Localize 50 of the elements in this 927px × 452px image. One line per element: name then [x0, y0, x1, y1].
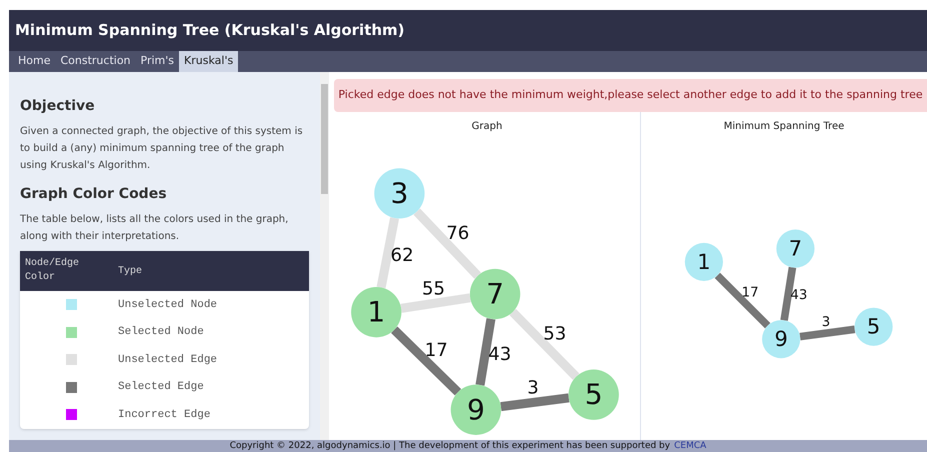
- objective-text: Given a connected graph, the objective of this system is to build a (any) minimum spanning tree of the graph using Kruskal's Algorithm.: [20, 125, 304, 173]
- graph-node[interactable]: [450, 384, 502, 435]
- graph-node[interactable]: [776, 230, 814, 268]
- edge-weight: 76: [446, 223, 470, 244]
- node-label: 3: [390, 176, 408, 210]
- table-cell-text: Selected Edge: [118, 380, 204, 395]
- edge-weight: 62: [390, 245, 414, 266]
- column-header: Type: [118, 264, 142, 278]
- footer-link[interactable]: CEMCA: [674, 440, 706, 452]
- table-cell-text: Selected Node: [118, 325, 204, 340]
- column-header: Node/Edge Color: [25, 257, 80, 285]
- graph-node[interactable]: [762, 320, 800, 358]
- colors-text: The table below, lists all the colors used in the graph, along with their interpretations.: [20, 213, 290, 244]
- edge-weight: 3: [822, 314, 830, 330]
- graph-node[interactable]: [351, 286, 402, 338]
- node-label: 1: [367, 296, 386, 329]
- colors-heading: Graph Color Codes: [20, 185, 168, 204]
- edge-weight: 17: [742, 286, 759, 300]
- nav-tab[interactable]: Home: [13, 51, 56, 72]
- graph-node[interactable]: [568, 370, 619, 420]
- edge-weight: 43: [488, 344, 512, 365]
- node-label: 9: [466, 393, 485, 426]
- alert-banner: Picked edge does not have the minimum weight,please select another edge to add it to the spanning tree: [334, 79, 927, 112]
- edge-weight: 3: [527, 377, 539, 398]
- objective-heading: Objective: [20, 97, 96, 116]
- nav-tab[interactable]: Prim's: [136, 51, 180, 72]
- panel-title: Minimum Spanning Tree: [722, 120, 846, 134]
- panel-title: Graph: [470, 120, 504, 134]
- edge-weight: 53: [543, 324, 566, 345]
- edge-weight: 17: [424, 340, 448, 362]
- graph-node[interactable]: [374, 168, 425, 219]
- graph-node[interactable]: [684, 242, 723, 281]
- graph-node[interactable]: [854, 308, 893, 346]
- node-label: 5: [584, 378, 603, 412]
- table-cell-text: Incorrect Edge: [118, 408, 210, 422]
- nav-tab[interactable]: Kruskal's: [179, 51, 238, 72]
- title-bar: Minimum Spanning Tree (Kruskal's Algorithm): [9, 10, 927, 51]
- table-cell-text: Unselected Node: [118, 298, 218, 312]
- node-label: 5: [866, 314, 880, 339]
- scrollbar[interactable]: [320, 72, 329, 440]
- edge-weight: 43: [790, 288, 808, 304]
- graph-node[interactable]: [470, 268, 520, 320]
- node-label: 1: [697, 250, 711, 274]
- nav-tab[interactable]: Construction: [55, 51, 136, 72]
- node-label: 7: [486, 278, 504, 311]
- table-cell-text: Unselected Edge: [118, 352, 218, 368]
- edge-weight: 55: [422, 278, 445, 300]
- node-label: 9: [774, 327, 788, 352]
- footer-text: Copyright © 2022, algodynamics.io | The development of this experiment has been supported by: [230, 440, 670, 452]
- node-label: 7: [788, 236, 802, 261]
